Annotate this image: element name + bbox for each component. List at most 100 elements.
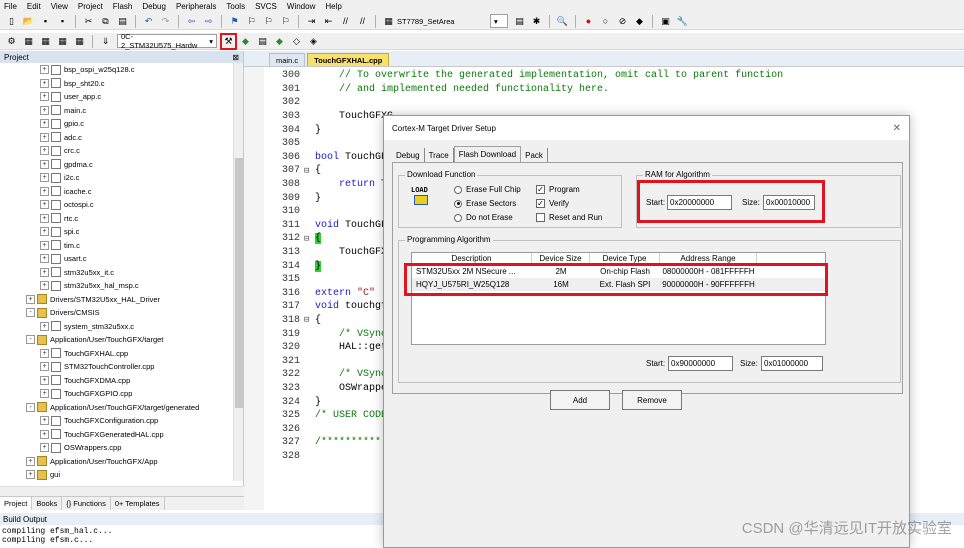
project-vertical-scrollbar[interactable] bbox=[233, 63, 243, 481]
close-panel-icon[interactable]: ⊠ bbox=[232, 53, 239, 62]
find-combo-dropdown[interactable]: ▾ bbox=[490, 14, 508, 28]
expander-icon[interactable]: + bbox=[40, 213, 49, 223]
algo-size-field[interactable]: 0x01000000 bbox=[761, 356, 823, 371]
code-line[interactable]: 302 bbox=[264, 96, 783, 110]
editor-tab[interactable]: main.c bbox=[269, 53, 306, 66]
prev-bookmark-icon[interactable]: ⚐ bbox=[245, 15, 258, 28]
expander-icon[interactable]: + bbox=[40, 281, 49, 291]
menu-tools[interactable]: Tools bbox=[222, 2, 251, 11]
code-line[interactable]: 301 // and implemented needed functional… bbox=[264, 83, 783, 97]
dialog-tab[interactable]: Debug bbox=[392, 148, 425, 162]
expander-icon[interactable]: + bbox=[40, 173, 49, 183]
configure-icon[interactable]: ◆ bbox=[633, 15, 646, 28]
tree-file[interactable]: + bsp_sht20.c bbox=[0, 77, 243, 91]
new-file-icon[interactable]: ▯ bbox=[5, 15, 18, 28]
tree-file[interactable]: + gpdma.c bbox=[0, 158, 243, 172]
tree-file[interactable]: + gpio.c bbox=[0, 117, 243, 131]
fold-marker-icon[interactable]: ⊟ bbox=[304, 166, 315, 176]
menu-edit[interactable]: Edit bbox=[23, 2, 47, 11]
uncomment-icon[interactable]: // bbox=[356, 15, 369, 28]
build-icon[interactable]: ▦ bbox=[22, 35, 35, 48]
dialog-tab[interactable]: Flash Download bbox=[453, 146, 522, 162]
expander-icon[interactable]: + bbox=[40, 443, 49, 453]
tree-folder[interactable]: + gui bbox=[0, 468, 243, 482]
next-bookmark-icon[interactable]: ⚐ bbox=[262, 15, 275, 28]
expander-icon[interactable]: + bbox=[40, 146, 49, 156]
tree-file[interactable]: + bsp_ospi_w25q128.c bbox=[0, 63, 243, 77]
tree-folder[interactable]: + Application/User/TouchGFX/App bbox=[0, 455, 243, 469]
expander-icon[interactable]: + bbox=[40, 362, 49, 372]
unindent-icon[interactable]: ⇤ bbox=[322, 15, 335, 28]
project-target-select[interactable]: 0C-2_STM32U575_Hardw ▾ bbox=[117, 32, 217, 50]
target-set-area-label[interactable]: ST7789_SetArea bbox=[397, 17, 487, 26]
expander-icon[interactable]: + bbox=[40, 348, 49, 358]
pack-installer-icon[interactable]: ◆ bbox=[273, 35, 286, 48]
menu-file[interactable]: File bbox=[0, 2, 23, 11]
expander-icon[interactable]: + bbox=[26, 294, 35, 304]
dialog-tab[interactable]: Trace bbox=[425, 148, 454, 162]
panel-tab-0[interactable]: Project bbox=[0, 497, 33, 510]
expander-icon[interactable]: + bbox=[40, 186, 49, 196]
tree-file[interactable]: + user_app.c bbox=[0, 90, 243, 104]
kill-breakpoints-icon[interactable]: ⊘ bbox=[616, 15, 629, 28]
expander-icon[interactable]: - bbox=[26, 308, 35, 318]
expander-icon[interactable]: + bbox=[40, 254, 49, 264]
download-option-checkbox[interactable]: ✓ Verify bbox=[536, 199, 569, 208]
menu-debug[interactable]: Debug bbox=[138, 2, 172, 11]
project-horizontal-scrollbar[interactable] bbox=[0, 486, 244, 496]
add-button[interactable]: Add bbox=[550, 390, 610, 410]
indent-icon[interactable]: ⇥ bbox=[305, 15, 318, 28]
fold-marker-icon[interactable]: ⊟ bbox=[304, 234, 315, 244]
bookmark-icon[interactable]: ⚑ bbox=[228, 15, 241, 28]
tree-file[interactable]: + main.c bbox=[0, 104, 243, 118]
redo-icon[interactable]: ↷ bbox=[159, 15, 172, 28]
tree-file[interactable]: + adc.c bbox=[0, 131, 243, 145]
menu-project[interactable]: Project bbox=[74, 2, 109, 11]
expander-icon[interactable]: + bbox=[40, 375, 49, 385]
expander-icon[interactable]: + bbox=[40, 321, 49, 331]
tree-file[interactable]: + TouchGFXHAL.cpp bbox=[0, 347, 243, 361]
checkbox[interactable]: ✓ bbox=[536, 185, 545, 194]
expander-icon[interactable]: + bbox=[26, 470, 35, 480]
checkbox[interactable] bbox=[536, 213, 545, 222]
nav-back-icon[interactable]: ⇦ bbox=[185, 15, 198, 28]
options-for-target-icon[interactable]: ⚒ bbox=[220, 32, 237, 50]
expander-icon[interactable]: + bbox=[40, 389, 49, 399]
tree-file[interactable]: + icache.c bbox=[0, 185, 243, 199]
tree-file[interactable]: + crc.c bbox=[0, 144, 243, 158]
run-time-environment-icon[interactable]: ◈ bbox=[307, 35, 320, 48]
fold-marker-icon[interactable]: ⊟ bbox=[304, 315, 315, 325]
expander-icon[interactable]: + bbox=[40, 105, 49, 115]
ram-size-field[interactable]: 0x00010000 bbox=[763, 195, 815, 210]
expander-icon[interactable]: + bbox=[40, 159, 49, 169]
open-file-icon[interactable]: 📂 bbox=[22, 15, 35, 28]
erase-option-radio[interactable]: Erase Sectors bbox=[454, 199, 516, 208]
download-option-checkbox[interactable]: ✓ Program bbox=[536, 185, 580, 194]
erase-option-radio[interactable]: Erase Full Chip bbox=[454, 185, 521, 194]
remove-button[interactable]: Remove bbox=[622, 390, 682, 410]
cut-icon[interactable]: ✂ bbox=[82, 15, 95, 28]
menu-help[interactable]: Help bbox=[321, 2, 347, 11]
scrollbar-thumb[interactable] bbox=[235, 158, 243, 408]
paste-icon[interactable]: ▤ bbox=[116, 15, 129, 28]
tree-file[interactable]: + stm32u5xx_it.c bbox=[0, 266, 243, 280]
expander-icon[interactable]: + bbox=[40, 92, 49, 102]
dialog-tab[interactable]: Pack bbox=[521, 148, 548, 162]
tree-file[interactable]: + octospi.c bbox=[0, 198, 243, 212]
expander-icon[interactable]: + bbox=[40, 65, 49, 75]
menu-flash[interactable]: Flash bbox=[109, 2, 139, 11]
editor-tab[interactable]: TouchGFXHAL.cpp bbox=[307, 53, 390, 66]
translate-icon[interactable]: ⚙ bbox=[5, 35, 18, 48]
expander-icon[interactable]: + bbox=[40, 200, 49, 210]
column-header[interactable]: Description bbox=[412, 253, 532, 264]
expander-icon[interactable]: + bbox=[40, 227, 49, 237]
tree-file[interactable]: + STM32TouchController.cpp bbox=[0, 360, 243, 374]
manage-components-icon[interactable]: ◆ bbox=[239, 35, 252, 48]
find-icon[interactable]: ▤ bbox=[513, 15, 526, 28]
expander-icon[interactable]: + bbox=[26, 456, 35, 466]
clear-bookmarks-icon[interactable]: ⚐ bbox=[279, 15, 292, 28]
incremental-find-icon[interactable]: ✱ bbox=[530, 15, 543, 28]
tree-file[interactable]: + TouchGFXGPIO.cpp bbox=[0, 387, 243, 401]
debug-session-icon[interactable]: 🔍 bbox=[556, 15, 569, 28]
settings-wrench-icon[interactable]: 🔧 bbox=[676, 15, 689, 28]
